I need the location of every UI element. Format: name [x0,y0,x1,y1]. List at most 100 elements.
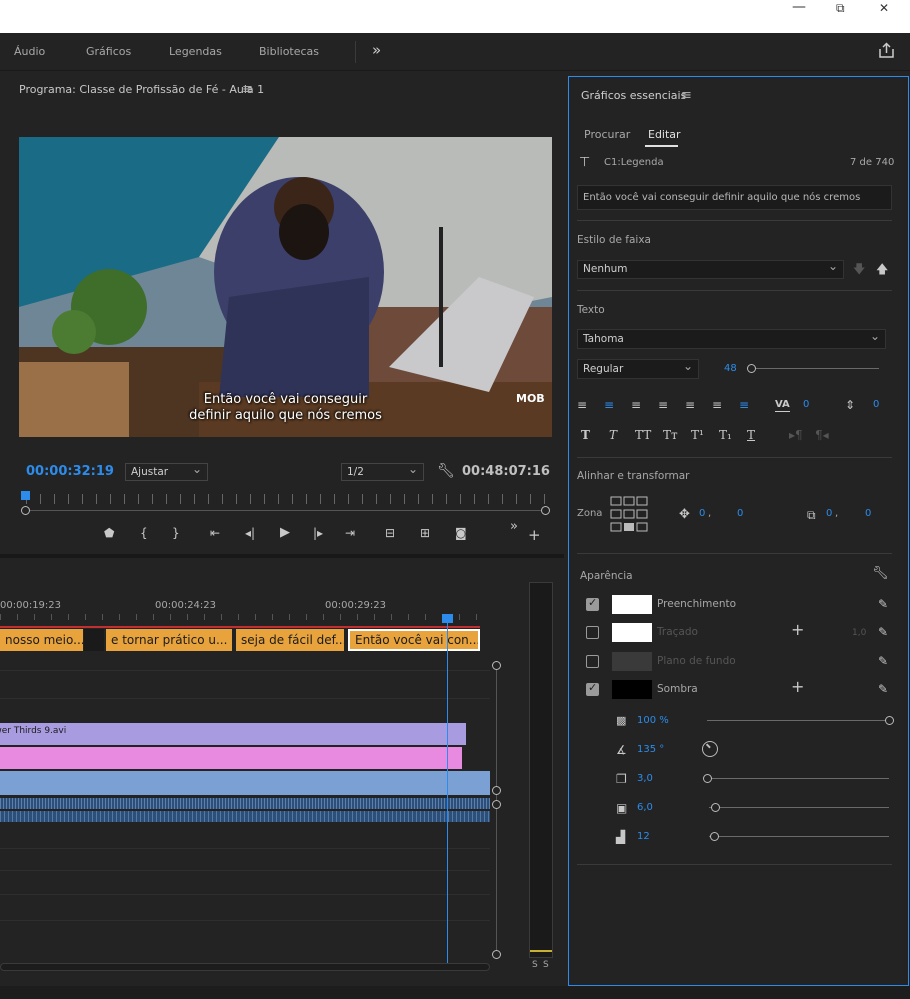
font-size-knob[interactable] [747,364,756,373]
eg-menu-icon[interactable]: ≡ [681,88,692,103]
shadow-color-swatch[interactable] [612,680,652,699]
layer-name[interactable]: C1:Legenda [604,157,664,168]
shadow-opacity[interactable]: 100 % [637,715,669,726]
font-style-dropdown[interactable]: Regular [577,359,699,379]
stroke-eyedropper-icon[interactable]: ✎ [878,626,888,638]
scrub-start-handle[interactable] [21,506,30,515]
step-forward-icon[interactable]: |▸ [313,527,323,539]
scrub-bar[interactable] [26,510,546,511]
resolution-dropdown[interactable]: 1/2 [341,463,424,481]
lift-icon[interactable]: ⊟ [385,527,395,539]
shadow-opacity-slider[interactable] [707,720,887,721]
step-back-icon[interactable]: ◂| [245,527,255,539]
playhead-marker[interactable] [21,491,30,500]
tab-browse[interactable]: Procurar [584,128,630,141]
font-size-slider[interactable] [751,368,879,369]
leading-value[interactable]: 0 [873,399,879,410]
minimize-button[interactable]: — [792,0,806,14]
scrub-end-handle[interactable] [541,506,550,515]
scale-y[interactable]: 0 [865,508,871,519]
playhead-head[interactable] [442,614,453,623]
angle-dial[interactable] [702,741,718,757]
push-style-up-icon[interactable]: 🡅 [876,263,888,275]
audio-clip-2[interactable] [0,811,490,822]
work-area-bar[interactable] [0,626,480,628]
appearance-wrench-icon[interactable]: 🔧︎ [872,567,889,580]
fill-eyedropper-icon[interactable]: ✎ [878,598,888,610]
shadow-size-knob[interactable] [711,803,720,812]
scroll-handle-top[interactable] [492,661,501,670]
share-icon[interactable] [878,42,895,59]
workspace-tab-audio[interactable]: Áudio [14,45,45,58]
more-buttons-icon[interactable]: » [510,520,518,533]
italic-icon[interactable]: T [609,429,617,441]
workspace-tab-graphics[interactable]: Gráficos [86,45,131,58]
background-eyedropper-icon[interactable]: ✎ [878,655,888,667]
vertical-scrollbar[interactable] [496,664,497,954]
align-top-icon[interactable]: ≡ [712,399,722,411]
go-to-in-icon[interactable]: ⇤ [210,527,220,539]
shadow-distance-slider[interactable] [709,778,889,779]
underline-icon[interactable]: T [747,429,755,441]
current-timecode[interactable]: 00:00:32:19 [26,464,114,479]
add-shadow-icon[interactable]: + [791,679,804,695]
position-x[interactable]: 0 [699,508,705,519]
fill-color-swatch[interactable] [612,595,652,614]
scroll-handle-mid[interactable] [492,786,501,795]
go-to-out-icon[interactable]: ⇥ [345,527,355,539]
stroke-checkbox[interactable] [586,626,599,639]
shadow-blur[interactable]: 12 [637,831,650,842]
subscript-icon[interactable]: T₁ [719,429,732,441]
shadow-blur-knob[interactable] [710,832,719,841]
justify-all-icon[interactable]: ≡ [685,399,695,411]
caption-clip-3[interactable]: seja de fácil def... [236,629,344,651]
stroke-width[interactable]: 1,0 [852,628,866,638]
background-checkbox[interactable] [586,655,599,668]
mark-in-icon[interactable]: { [140,527,148,539]
push-style-down-icon[interactable]: 🡇 [853,263,865,275]
mark-out-icon[interactable]: } [172,527,180,539]
align-bottom-icon[interactable]: ≡ [739,399,749,411]
rtl-icon[interactable]: ¶◂ [815,429,829,441]
font-dropdown[interactable]: Tahoma [577,329,886,349]
video-clip-pink[interactable] [0,747,462,769]
shadow-distance-knob[interactable] [703,774,712,783]
shadow-checkbox[interactable] [586,681,599,696]
extract-icon[interactable]: ⊞ [420,527,430,539]
shadow-opacity-knob[interactable] [885,716,894,725]
fill-checkbox[interactable] [586,596,599,611]
video-clip-blue[interactable] [0,771,490,795]
caption-clip-4-selected[interactable]: Então você vai con... [348,629,480,651]
shadow-eyedropper-icon[interactable]: ✎ [878,683,888,695]
horizontal-scrollbar[interactable] [0,963,490,971]
all-caps-icon[interactable]: TT [635,429,651,441]
bold-icon[interactable]: T [581,429,590,441]
align-right-icon[interactable]: ≡ [631,399,641,411]
justify-left-icon[interactable]: ≡ [658,399,668,411]
tab-edit[interactable]: Editar [648,128,681,141]
solo-button-left[interactable]: S [532,960,538,970]
scroll-handle-mid2[interactable] [492,800,501,809]
shadow-distance[interactable]: 3,0 [637,773,653,784]
background-color-swatch[interactable] [612,652,652,671]
workspace-tab-libraries[interactable]: Bibliotecas [259,45,319,58]
panel-menu-icon[interactable]: ≡ [242,82,253,97]
workspace-tab-captions[interactable]: Legendas [169,45,222,58]
add-stroke-icon[interactable]: + [791,622,804,638]
fit-dropdown[interactable]: Ajustar [125,463,208,481]
video-clip-lower-thirds[interactable]: Lower Thirds 9.avi [0,723,466,745]
caption-text-field[interactable]: Então você vai conseguir definir aquilo … [577,185,892,210]
stroke-color-swatch[interactable] [612,623,652,642]
tracking-value[interactable]: 0 [803,399,809,410]
add-button-icon[interactable]: + [528,528,541,543]
wrench-icon[interactable]: 🔧︎ [437,464,455,478]
scale-x[interactable]: 0 [826,508,832,519]
timeline-ruler[interactable] [0,614,490,620]
play-icon[interactable]: ▶ [280,526,290,539]
camera-icon[interactable]: ◙ [455,527,467,539]
shadow-size[interactable]: 6,0 [637,802,653,813]
small-caps-icon[interactable]: Tт [663,429,678,441]
caption-clip-1[interactable]: nosso meio... [0,629,83,651]
shadow-blur-slider[interactable] [709,836,889,837]
position-y[interactable]: 0 [737,508,743,519]
